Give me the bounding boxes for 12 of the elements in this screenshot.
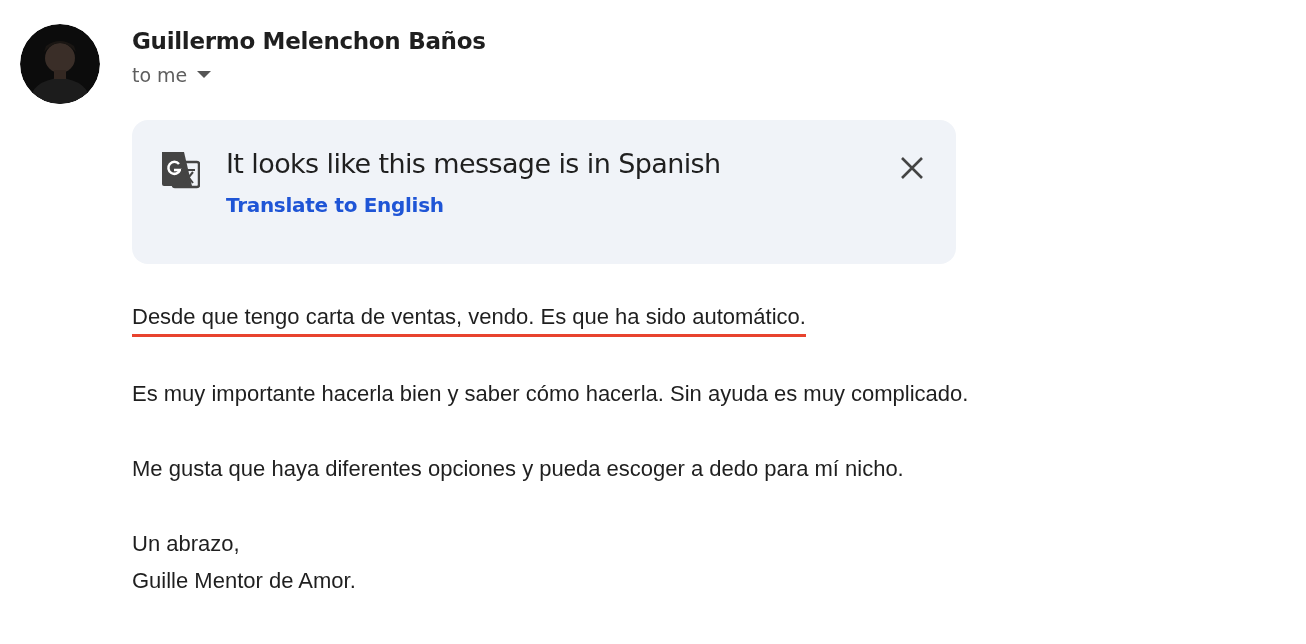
translate-link[interactable]: Translate to English [226,193,444,217]
translate-icon [160,150,200,190]
banner-title: It looks like this message is in Spanish [226,148,722,179]
message-text: Guille Mentor de Amor. [132,567,356,595]
close-icon[interactable] [900,156,924,180]
message-text: Me gusta que haya diferentes opciones y pueda escoger a dedo para mí nicho. [132,455,904,483]
recipient-dropdown[interactable]: to me [132,64,212,86]
sender-name: Guillermo Melenchon Baños [132,28,486,54]
message-text: Es muy importante hacerla bien y saber cómo hacerla. Sin ayuda es muy complicado. [132,380,969,408]
caret-icon [197,71,212,79]
message-text: Un abrazo, [132,530,240,558]
message-text: Desde que tengo carta de ventas, vendo. Es que ha sido automático. [132,302,806,337]
